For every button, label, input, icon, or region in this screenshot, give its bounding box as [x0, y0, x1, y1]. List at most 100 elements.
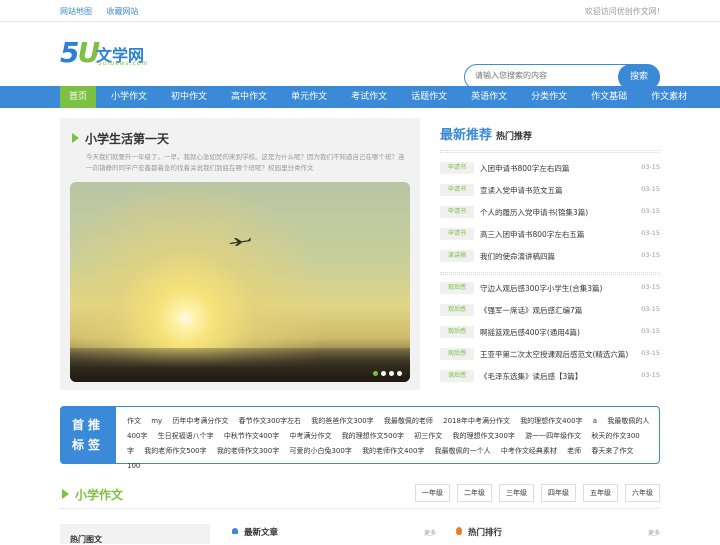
tag-link[interactable]: 我的理想作文300字	[453, 432, 515, 440]
list-item[interactable]: 演讲稿 我们的使命演讲稿四篇 03-15	[440, 246, 660, 268]
tag-link[interactable]: 2018年中考满分作文	[443, 417, 510, 425]
nav-item-junior[interactable]: 初中作文	[162, 86, 216, 108]
grade-tab-4[interactable]: 四年级	[541, 484, 576, 502]
list-item-title[interactable]: 王亚平第二次太空授课观后感范文(精选六篇)	[480, 349, 628, 360]
tab-latest[interactable]: 最新推荐	[440, 128, 492, 143]
category-tag: 观后感	[440, 304, 474, 316]
nav-item-category[interactable]: 分类作文	[522, 86, 576, 108]
tag-link[interactable]: my	[151, 417, 162, 425]
bell-icon	[232, 528, 238, 534]
list-item[interactable]: 观后感 王亚平第二次太空授课观后感范文(精选六篇) 03-15	[440, 344, 660, 366]
tag-link[interactable]: 初三作文	[414, 432, 442, 440]
list-item[interactable]: 观后感 啊摇篮观后感400字(通用4篇) 03-15	[440, 322, 660, 344]
list-item[interactable]: 观后感 守边人观后感300字小学生(合集3篇) 03-15	[440, 278, 660, 300]
list-item-title[interactable]: 《毛泽东选集》读后感【3篇】	[480, 371, 582, 382]
tag-link[interactable]: 老师	[567, 447, 581, 455]
bookmark-link[interactable]: 收藏网站	[107, 7, 139, 16]
carousel-dots	[370, 371, 402, 376]
tag-link[interactable]: 我最敬佩的老师	[384, 417, 433, 425]
list-item[interactable]: 申请书 宣读入党申请书范文五篇 03-15	[440, 180, 660, 202]
list-item-title[interactable]: 啊摇篮观后感400字(通用4篇)	[480, 327, 580, 338]
grade-tab-6[interactable]: 六年级	[625, 484, 660, 502]
list-item-title[interactable]: 个人的履历入党申请书(锦集3篇)	[480, 207, 588, 218]
list-item-date: 03-15	[641, 163, 660, 171]
carousel-dot-4[interactable]	[397, 371, 402, 376]
grade-tab-5[interactable]: 五年级	[583, 484, 618, 502]
list-item-date: 03-15	[641, 251, 660, 259]
featured-title[interactable]: 小学生活第一天	[72, 130, 169, 147]
more-link[interactable]: 更多	[648, 528, 660, 537]
category-tag: 观后感	[440, 348, 474, 360]
grade-tab-3[interactable]: 三年级	[499, 484, 534, 502]
grade-tab-1[interactable]: 一年级	[415, 484, 450, 502]
featured-image[interactable]	[70, 182, 410, 382]
tag-link[interactable]: 我的理想作文500字	[342, 432, 404, 440]
list-item-date: 03-15	[641, 229, 660, 237]
list-item-title[interactable]: 守边人观后感300字小学生(合集3篇)	[480, 283, 602, 294]
nav-item-senior[interactable]: 高中作文	[222, 86, 276, 108]
search-input[interactable]	[475, 71, 615, 80]
featured-article: 小学生活第一天 今天我们就要升一年级了。一早，我就心急如焚的来到学校。这是为什么…	[60, 118, 420, 390]
list-item-title[interactable]: 宣读入党申请书范文五篇	[480, 185, 563, 196]
tab-hot[interactable]: 热门推荐	[496, 132, 532, 142]
tag-link[interactable]: 我的老师作文400字	[362, 447, 424, 455]
tag-link[interactable]: 中考满分作文	[289, 432, 331, 440]
welcome-text: 欢迎访问优创作文网!	[584, 7, 660, 16]
list-item-title[interactable]: 入团申请书800字左右四篇	[480, 163, 569, 174]
list-item-title[interactable]: 我们的使命演讲稿四篇	[480, 251, 555, 262]
header: 5U 文学网 5uluews.com 搜索	[0, 22, 720, 90]
carousel-dot-2[interactable]	[381, 371, 386, 376]
list-item-date: 03-15	[641, 207, 660, 215]
category-tag: 观后感	[440, 282, 474, 294]
nav-item-exam[interactable]: 考试作文	[342, 86, 396, 108]
tag-link[interactable]: 春节作文300字左右	[239, 417, 301, 425]
list-item[interactable]: 申请书 高三入团申请书800字左右五篇 03-15	[440, 224, 660, 246]
list-item[interactable]: 申请书 入团申请书800字左右四篇 03-15	[440, 158, 660, 180]
nav-item-material[interactable]: 作文素材	[642, 86, 696, 108]
list-item-date: 03-15	[641, 327, 660, 335]
tag-link[interactable]: 作文	[127, 417, 141, 425]
grade-tab-2[interactable]: 二年级	[457, 484, 492, 502]
list-item-date: 03-15	[641, 371, 660, 379]
nav-item-home[interactable]: 首页	[60, 86, 97, 108]
more-link[interactable]: 更多	[424, 528, 436, 537]
nav-item-english[interactable]: 英语作文	[462, 86, 516, 108]
divider	[60, 508, 660, 509]
tag-link[interactable]: 中考作文经典素材	[501, 447, 557, 455]
sitemap-link[interactable]: 网站地图	[60, 7, 92, 16]
nav-item-unit[interactable]: 单元作文	[282, 86, 336, 108]
divider	[440, 272, 660, 275]
tag-link[interactable]: 中秋节作文400字	[224, 432, 279, 440]
tag-link[interactable]: 历年中考满分作文	[172, 417, 228, 425]
nav-item-basics[interactable]: 作文基础	[582, 86, 636, 108]
tag-link[interactable]: 我最敬佩的一个人	[435, 447, 491, 455]
carousel-dot-1[interactable]	[373, 371, 378, 376]
carousel-dot-3[interactable]	[389, 371, 394, 376]
nav-item-primary[interactable]: 小学作文	[102, 86, 156, 108]
category-tag: 申请书	[440, 228, 474, 240]
nav-item-topic[interactable]: 话题作文	[402, 86, 456, 108]
tag-link[interactable]: 可爱的小白兔300字	[289, 447, 351, 455]
list-item-title[interactable]: 《强军一席话》观后感汇编7篇	[480, 305, 582, 316]
category-tag: 申请书	[440, 184, 474, 196]
tag-link[interactable]: 我的老师作文500字	[144, 447, 206, 455]
recommend-list-2: 观后感 守边人观后感300字小学生(合集3篇) 03-15 观后感 《强军一席话》观后…	[440, 278, 660, 388]
tag-link[interactable]: 我的老师作文300字	[217, 447, 279, 455]
list-item[interactable]: 观后感 《强军一席话》观后感汇编7篇 03-15	[440, 300, 660, 322]
list-item-title[interactable]: 高三入团申请书800字左右五篇	[480, 229, 584, 240]
tag-link[interactable]: 我的爸爸作文300字	[311, 417, 373, 425]
section-title[interactable]: 小学作文	[62, 486, 123, 503]
tag-cloud: 首推 标签 作文 my 历年中考满分作文 春节作文300字左右 我的爸爸作文300…	[60, 406, 660, 470]
main-nav: 首页 小学作文 初中作文 高中作文 单元作文 考试作文 话题作文 英语作文 分类…	[0, 86, 720, 108]
tag-link[interactable]: 我的理想作文400字	[520, 417, 582, 425]
list-item[interactable]: 申请书 个人的履历入党申请书(锦集3篇) 03-15	[440, 202, 660, 224]
list-item[interactable]: 读后感 《毛泽东选集》读后感【3篇】 03-15	[440, 366, 660, 388]
tag-link[interactable]: 游一一四年级作文	[525, 432, 581, 440]
divider	[440, 150, 660, 153]
airplane-icon	[229, 238, 251, 246]
logo-mark: 5U	[60, 36, 100, 69]
category-tag: 演讲稿	[440, 250, 474, 262]
site-logo[interactable]: 5U 文学网 5uluews.com	[60, 36, 160, 70]
tag-link[interactable]: a	[593, 417, 597, 425]
tag-link[interactable]: 生日祝福语八个字	[158, 432, 214, 440]
